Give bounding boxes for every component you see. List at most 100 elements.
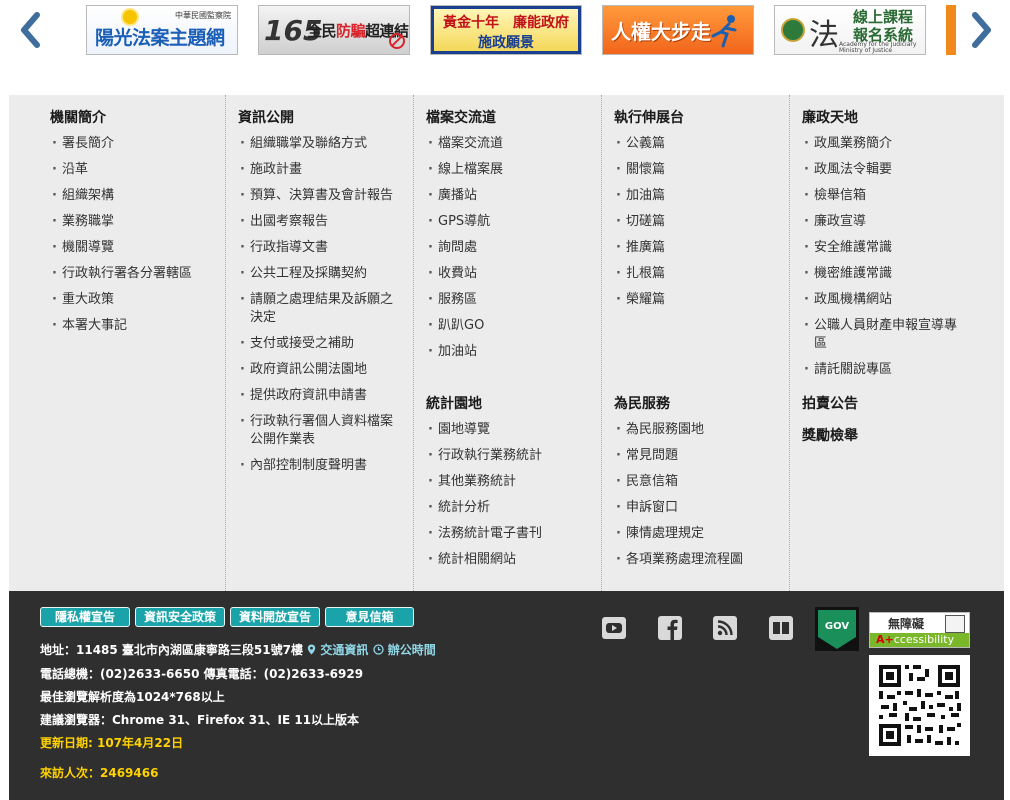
sitemap-link[interactable]: 政風機構網站 [802, 291, 964, 309]
accessibility-badge[interactable]: 無障礙 A+ccessibility [869, 612, 970, 648]
banner-course-title: 線上課程 報名系統 [853, 8, 914, 44]
sitemap-link[interactable]: 重大政策 [50, 291, 215, 309]
sitemap-link[interactable]: 各項業務處理流程圖 [614, 551, 777, 569]
sitemap-link[interactable]: 關懷篇 [614, 161, 777, 179]
sitemap-link[interactable]: 預算、決算書及會計報告 [238, 187, 401, 205]
sitemap-link[interactable]: 行政執行業務統計 [426, 447, 589, 465]
sitemap-link[interactable]: 組織職掌及聯絡方式 [238, 135, 401, 153]
sitemap-link[interactable]: 政風法令輯要 [802, 161, 964, 179]
sitemap-list-statistics: 園地導覽 行政執行業務統計 其他業務統計 統計分析 法務統計電子書刊 統計相關網… [426, 421, 589, 577]
sitemap-link[interactable]: 行政執行署個人資料檔案公開作業表 [238, 413, 401, 449]
banner-online-course[interactable]: 法 線上課程 報名系統 Academy for the Judiciary Mini… [774, 5, 926, 55]
sitemap-link[interactable]: 安全維護常識 [802, 239, 964, 257]
banner-golden-decade[interactable]: 黃金十年 廉能政府 施政願景 [430, 5, 582, 55]
sitemap-link[interactable]: 加油篇 [614, 187, 777, 205]
sitemap-link[interactable]: 公義篇 [614, 135, 777, 153]
sitemap-heading-auctions[interactable]: 拍賣公告 [802, 393, 858, 413]
office-hours-link[interactable]: 辦公時間 [372, 643, 436, 657]
facebook-icon[interactable] [657, 615, 683, 641]
sitemap-link[interactable]: 為民服務園地 [614, 421, 777, 439]
sitemap-heading-archives[interactable]: 檔案交流道 [426, 107, 496, 127]
gov-badge-label: GOV [825, 621, 849, 632]
sitemap-link[interactable]: 政風業務簡介 [802, 135, 964, 153]
banner-partial-next[interactable] [946, 5, 956, 55]
sitemap-link[interactable]: 線上檔案展 [426, 161, 589, 179]
sitemap-link[interactable]: 公職人員財產申報宣導專區 [802, 317, 964, 353]
sitemap-link[interactable]: 檢舉信箱 [802, 187, 964, 205]
banner-165-antifraud[interactable]: 165 全民防騙超連結 [258, 5, 410, 55]
sitemap-link[interactable]: 詢問處 [426, 239, 589, 257]
sitemap-link[interactable]: 法務統計電子書刊 [426, 525, 589, 543]
banner-sunshine-title: 陽光法案主題網 [95, 27, 225, 49]
sitemap-heading-rewards[interactable]: 獎勵檢舉 [802, 425, 858, 445]
sitemap-link[interactable]: 常見問題 [614, 447, 777, 465]
sitemap-column-showcase: 執行伸展台 公義篇 關懷篇 加油篇 切磋篇 推廣篇 扎根篇 榮耀篇 為民服務 為… [601, 95, 789, 591]
sitemap-link[interactable]: 提供政府資訊申請書 [238, 387, 401, 405]
flipboard-icon[interactable] [768, 615, 794, 641]
sitemap-link[interactable]: 民意信箱 [614, 473, 777, 491]
feedback-mailbox-button[interactable]: 意見信箱 [325, 607, 414, 627]
accessibility-rating: A+ccessibility [876, 633, 955, 646]
open-data-button[interactable]: 資料開放宣告 [230, 607, 320, 627]
sitemap-link[interactable]: 統計相關網站 [426, 551, 589, 569]
carousel-prev-button[interactable] [14, 10, 46, 50]
privacy-policy-button[interactable]: 隱私權宣告 [40, 607, 130, 627]
sitemap-list-about: 署長簡介 沿革 組織架構 業務職掌 機關導覽 行政執行署各分署轄區 重大政策 本… [50, 135, 215, 343]
sitemap-link[interactable]: 組織架構 [50, 187, 215, 205]
security-policy-button[interactable]: 資訊安全政策 [135, 607, 225, 627]
banner-human-rights[interactable]: 人權大步走 [602, 5, 754, 55]
traffic-info-link[interactable]: 交通資訊 [307, 643, 372, 657]
sitemap-link[interactable]: 服務區 [426, 291, 589, 309]
sitemap-link[interactable]: 收費站 [426, 265, 589, 283]
banner-sunshine-act[interactable]: 中華民國監察院 陽光法案主題網 [86, 5, 238, 55]
sitemap-link[interactable]: 推廣篇 [614, 239, 777, 257]
sitemap-link[interactable]: 行政指導文書 [238, 239, 401, 257]
sitemap-link[interactable]: 加油站 [426, 343, 589, 361]
sitemap-link[interactable]: 內部控制制度聲明書 [238, 457, 401, 475]
sitemap-heading-services[interactable]: 為民服務 [614, 393, 670, 413]
sitemap-link[interactable]: 行政執行署各分署轄區 [50, 265, 215, 283]
sitemap-link[interactable]: 榮耀篇 [614, 291, 777, 309]
qr-code-icon[interactable] [869, 655, 970, 756]
sitemap-link[interactable]: 廣播站 [426, 187, 589, 205]
gov-badge-icon[interactable]: GOV [815, 607, 859, 651]
sitemap-link[interactable]: 本署大事記 [50, 317, 215, 335]
sitemap-link[interactable]: 統計分析 [426, 499, 589, 517]
sitemap-link[interactable]: 園地導覽 [426, 421, 589, 439]
sitemap-list-showcase: 公義篇 關懷篇 加油篇 切磋篇 推廣篇 扎根篇 榮耀篇 [614, 135, 777, 317]
sitemap-link[interactable]: 檔案交流道 [426, 135, 589, 153]
sitemap-link[interactable]: 施政計畫 [238, 161, 401, 179]
sitemap-link[interactable]: 出國考察報告 [238, 213, 401, 231]
sitemap-link[interactable]: 機密維護常識 [802, 265, 964, 283]
sitemap-link[interactable]: 業務職掌 [50, 213, 215, 231]
sitemap-heading-about[interactable]: 機關簡介 [50, 107, 106, 127]
map-pin-icon [307, 644, 316, 655]
sitemap-link[interactable]: 其他業務統計 [426, 473, 589, 491]
sitemap-heading-info[interactable]: 資訊公開 [238, 107, 294, 127]
carousel-next-button[interactable] [966, 10, 998, 50]
sitemap-link[interactable]: 陳情處理規定 [614, 525, 777, 543]
sitemap-link[interactable]: 切磋篇 [614, 213, 777, 231]
rss-icon[interactable] [712, 615, 738, 641]
sitemap-heading-statistics[interactable]: 統計園地 [426, 393, 482, 413]
sitemap-link[interactable]: 支付或接受之補助 [238, 335, 401, 353]
no-sign-icon [389, 33, 405, 49]
sitemap-heading-integrity[interactable]: 廉政天地 [802, 107, 858, 127]
sitemap-link[interactable]: 署長簡介 [50, 135, 215, 153]
sitemap-link[interactable]: 請願之處理結果及訴願之決定 [238, 291, 401, 327]
banner-course-english: Academy for the Judiciary Ministry of Jus… [839, 41, 917, 54]
sitemap-link[interactable]: 公共工程及採購契約 [238, 265, 401, 283]
sitemap-link[interactable]: 申訴窗口 [614, 499, 777, 517]
sitemap-link[interactable]: 沿革 [50, 161, 215, 179]
sitemap-link[interactable]: 廉政宣導 [802, 213, 964, 231]
sitemap-link[interactable]: GPS導航 [426, 213, 589, 231]
accessibility-hand-icon [945, 615, 965, 633]
sitemap-link[interactable]: 扎根篇 [614, 265, 777, 283]
sitemap-heading-showcase[interactable]: 執行伸展台 [614, 107, 684, 127]
sitemap-link[interactable]: 請託關說專區 [802, 361, 964, 379]
sitemap-link[interactable]: 趴趴GO [426, 317, 589, 335]
sitemap-link[interactable]: 機關導覽 [50, 239, 215, 257]
youtube-icon[interactable] [601, 615, 627, 641]
sitemap-column-about: 機關簡介 署長簡介 沿革 組織架構 業務職掌 機關導覽 行政執行署各分署轄區 重… [25, 95, 225, 591]
sitemap-link[interactable]: 政府資訊公開法園地 [238, 361, 401, 379]
